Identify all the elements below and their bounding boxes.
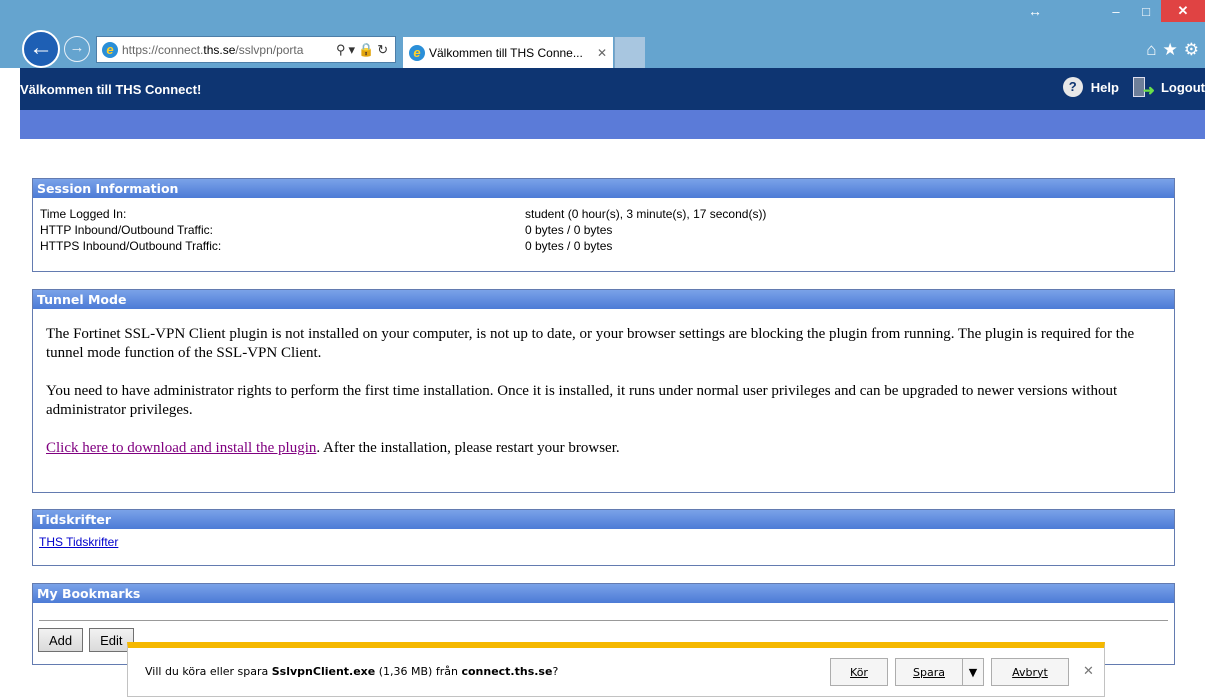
close-tab-icon[interactable]: ✕ (597, 46, 607, 60)
download-filename: SslvpnClient.exe (271, 665, 376, 678)
table-row: HTTP Inbound/Outbound Traffic: 0 bytes / … (40, 222, 766, 238)
row-value: 0 bytes / 0 bytes (525, 223, 613, 237)
address-tools: ⚲▾🔒↻ (336, 42, 391, 58)
portal-header: Välkommen till THS Connect! ? Help ➜ Log… (20, 68, 1205, 110)
run-label: Kör (850, 665, 868, 679)
logout-link[interactable]: Logout (1161, 80, 1205, 95)
home-icon[interactable]: ⌂ (1146, 40, 1156, 60)
msg-suffix: ? (552, 665, 559, 678)
back-button[interactable]: ← (22, 30, 60, 68)
tab-active[interactable]: e Välkommen till THS Conne... ✕ (403, 37, 613, 68)
download-notification-bar: Vill du köra eller spara SslvpnClient.ex… (127, 642, 1105, 697)
save-button[interactable]: Spara (895, 658, 963, 686)
cancel-label: Avbryt (1012, 665, 1048, 679)
tunnel-paragraph: The Fortinet SSL-VPN Client plugin is no… (46, 326, 1135, 361)
dropdown-icon[interactable]: ▾ (349, 42, 359, 57)
session-panel: Session Information Time Logged In: stude… (32, 178, 1175, 272)
panel-header: Tunnel Mode (33, 290, 1174, 309)
url-suffix: /sslvpn/porta (235, 42, 304, 57)
divider (39, 620, 1168, 621)
run-button[interactable]: Kör (830, 658, 888, 686)
browser-chrome: ↔ – □ ✕ ← → e https://connect.ths.se/ssl… (0, 0, 1205, 68)
download-message: Vill du köra eller spara SslvpnClient.ex… (145, 665, 558, 678)
refresh-icon[interactable]: ↻ (377, 42, 391, 57)
url-prefix: https://connect. (122, 42, 204, 57)
page-content: Välkommen till THS Connect! ? Help ➜ Log… (20, 68, 1205, 697)
header-actions: ? Help ➜ Logout (1062, 76, 1205, 98)
nav-bar (20, 110, 1205, 139)
panel-header: My Bookmarks (33, 584, 1174, 603)
download-size: (1,36 MB) från (375, 665, 462, 678)
page-title: Välkommen till THS Connect! (20, 81, 202, 97)
forward-button[interactable]: → (64, 36, 90, 62)
tidskrifter-panel: Tidskrifter THS Tidskrifter (32, 509, 1175, 566)
install-plugin-link[interactable]: Click here to download and install the p… (46, 440, 316, 456)
ths-tidskrifter-link[interactable]: THS Tidskrifter (39, 535, 1174, 549)
panel-header: Session Information (33, 179, 1174, 198)
close-icon[interactable]: ✕ (1083, 664, 1094, 679)
row-value: student (0 hour(s), 3 minute(s), 17 seco… (525, 207, 767, 221)
maximize-button[interactable]: □ (1131, 0, 1161, 22)
table-row: HTTPS Inbound/Outbound Traffic: 0 bytes /… (40, 238, 766, 254)
panel-header: Tidskrifter (33, 510, 1174, 529)
logout-icon[interactable]: ➜ (1132, 76, 1155, 98)
msg-prefix: Vill du köra eller spara (145, 665, 272, 678)
ie-tab-icon: e (409, 44, 425, 61)
minimize-button[interactable]: – (1101, 0, 1131, 22)
row-value: 0 bytes / 0 bytes (525, 239, 613, 253)
tunnel-paragraph: You need to have administrator rights to… (46, 383, 1118, 418)
address-bar[interactable]: e https://connect.ths.se/sslvpn/porta ⚲▾… (96, 36, 396, 63)
table-row: Time Logged In: student (0 hour(s), 3 min… (40, 206, 766, 222)
install-line: Click here to download and install the p… (46, 439, 1154, 458)
favorites-star-icon[interactable]: ★ (1163, 40, 1178, 60)
tunnel-mode-panel: Tunnel Mode The Fortinet SSL-VPN Client … (32, 289, 1175, 493)
install-note: . After the installation, please restart… (316, 440, 620, 456)
window-controls: – □ ✕ (1101, 0, 1205, 22)
address-url[interactable]: https://connect.ths.se/sslvpn/porta (122, 43, 332, 57)
help-link[interactable]: Help (1091, 80, 1119, 95)
tab-title: Välkommen till THS Conne... (429, 45, 583, 60)
row-label: HTTP Inbound/Outbound Traffic: (40, 223, 213, 237)
cancel-button[interactable]: Avbryt (991, 658, 1069, 686)
lock-icon[interactable]: 🔒 (358, 42, 377, 57)
close-window-button[interactable]: ✕ (1161, 0, 1205, 22)
session-table: Time Logged In: student (0 hour(s), 3 min… (40, 206, 766, 254)
browser-toolbar-icons: ⌂ ★ ⚙ (1146, 40, 1199, 60)
save-options-dropdown[interactable]: ▼ (962, 658, 984, 686)
save-label: Spara (913, 665, 945, 679)
download-host: connect.ths.se (461, 665, 553, 678)
row-label: HTTPS Inbound/Outbound Traffic: (40, 239, 222, 253)
search-icon[interactable]: ⚲ (336, 42, 349, 57)
gear-icon[interactable]: ⚙ (1184, 40, 1199, 60)
tunnel-body: The Fortinet SSL-VPN Client plugin is no… (33, 309, 1174, 458)
new-tab-button[interactable] (614, 37, 645, 68)
url-domain: ths.se (203, 42, 236, 57)
resize-icon[interactable]: ↔ (1028, 3, 1042, 19)
row-label: Time Logged In: (40, 207, 127, 221)
ie-page-icon: e (102, 41, 118, 58)
help-icon[interactable]: ? (1062, 77, 1083, 97)
add-bookmark-button[interactable]: Add (38, 628, 84, 652)
chevron-down-icon: ▼ (968, 665, 978, 679)
